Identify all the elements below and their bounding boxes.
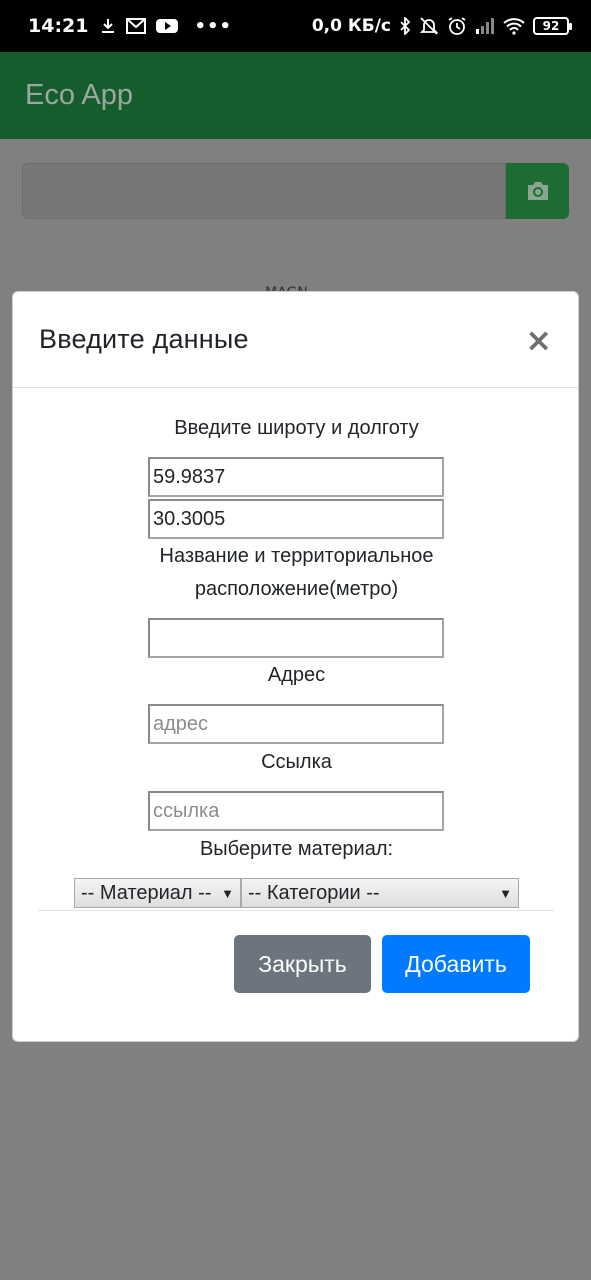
- dropdown-arrow-icon: ▼: [221, 885, 234, 901]
- select-row: -- Материал -- ▼ -- Категории -- ▼: [74, 878, 519, 908]
- latitude-input[interactable]: 59.9837: [148, 457, 444, 497]
- material-label: Выберите материал:: [199, 838, 394, 860]
- camera-icon: [527, 182, 548, 200]
- modal-title: Введите данные: [39, 324, 249, 354]
- wifi-icon: [503, 18, 525, 35]
- longitude-input[interactable]: 30.3005: [148, 499, 444, 539]
- link-label: Ссылка: [261, 751, 332, 773]
- signal-icon: [476, 18, 494, 34]
- link-input[interactable]: ссылка: [148, 791, 444, 831]
- add-button[interactable]: Добавить: [382, 935, 530, 993]
- download-icon: [102, 19, 115, 33]
- search-row: [22, 163, 569, 219]
- lat-lon-label: Введите широту и долготу: [174, 417, 419, 439]
- name-input[interactable]: [148, 618, 444, 658]
- youtube-icon: [156, 19, 179, 33]
- gmail-icon: [126, 18, 147, 34]
- more-dots-icon: •••: [194, 15, 232, 37]
- battery-icon: 92: [533, 17, 572, 35]
- address-input[interactable]: адрес: [148, 704, 444, 744]
- search-input[interactable]: [22, 163, 506, 219]
- close-icon[interactable]: ×: [525, 324, 552, 356]
- bluetooth-icon: [400, 17, 411, 35]
- status-time: 14:21: [28, 15, 89, 37]
- material-select-value: -- Материал --: [81, 881, 212, 904]
- address-label: Адрес: [267, 664, 326, 686]
- category-select[interactable]: -- Категории -- ▼: [241, 878, 519, 908]
- status-bar: 14:21 ••• 0,0 КБ/с 92: [0, 0, 591, 52]
- network-speed: 0,0 КБ/с: [311, 16, 391, 36]
- category-select-value: -- Категории --: [248, 881, 380, 904]
- name-label-line2: расположение(метро): [194, 578, 399, 600]
- footer-divider: [38, 910, 554, 911]
- modal-header: Введите данные ×: [13, 292, 578, 388]
- camera-button[interactable]: [506, 163, 569, 219]
- material-select[interactable]: -- Материал -- ▼: [74, 878, 241, 908]
- dropdown-arrow-icon: ▼: [499, 885, 512, 901]
- add-data-modal: Введите данные × Введите широту и долгот…: [12, 291, 579, 1042]
- alarm-icon: [448, 17, 466, 35]
- app-bar: Eco App: [0, 52, 591, 139]
- mute-icon: [419, 17, 439, 35]
- close-button[interactable]: Закрыть: [234, 935, 371, 993]
- app-title: Eco App: [25, 79, 134, 111]
- name-label-line1: Название и территориальное: [159, 545, 434, 567]
